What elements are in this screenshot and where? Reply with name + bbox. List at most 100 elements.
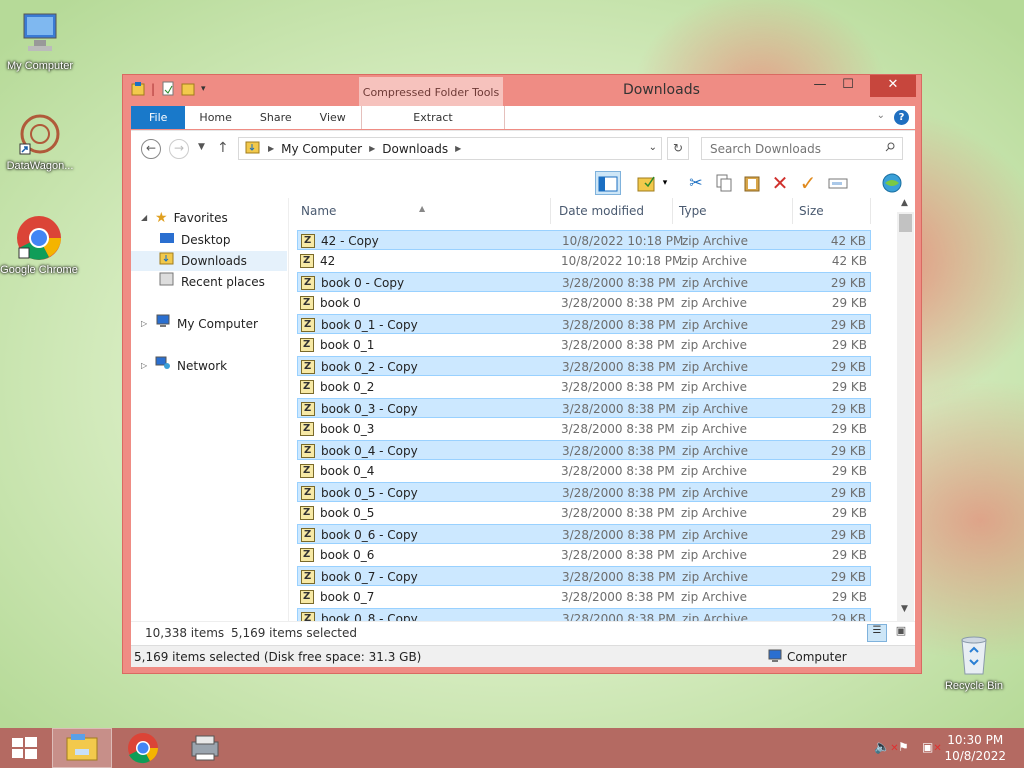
rename-icon[interactable]: ✓	[795, 171, 821, 195]
action-center-icon[interactable]: ⚑	[898, 740, 909, 754]
file-row[interactable]: book 0_7 3/28/2000 8:38 PM zip Archive 29 K…	[297, 587, 871, 607]
help-icon[interactable]: ?	[894, 110, 909, 125]
file-type: zip Archive	[682, 234, 748, 248]
file-name: book 0 - Copy	[321, 276, 405, 290]
preview-pane-button[interactable]	[595, 171, 621, 195]
nav-favorites[interactable]: ◢ ★ Favorites	[141, 208, 228, 228]
system-clock[interactable]: 10:30 PM 10/8/2022	[944, 732, 1006, 764]
file-row[interactable]: book 0_1 3/28/2000 8:38 PM zip Archive 29 K…	[297, 335, 871, 355]
collapsed-caret-icon[interactable]: ▷	[141, 356, 149, 376]
new-folder-icon[interactable]	[181, 81, 195, 97]
paste-icon[interactable]	[739, 171, 765, 195]
file-row[interactable]: book 0_8 - Copy 3/28/2000 8:38 PM zip Arch…	[297, 608, 871, 621]
recent-locations-icon[interactable]: ▼	[198, 142, 205, 152]
file-row[interactable]: 42 - Copy 10/8/2022 10:18 PMzip Archive 42…	[297, 230, 871, 251]
nav-label: My Computer	[177, 317, 258, 331]
large-icons-view-button[interactable]: ▣	[891, 624, 911, 642]
tab-view[interactable]: View	[306, 106, 360, 129]
desktop-icon-recycle-bin[interactable]: Recycle Bin	[934, 630, 1014, 692]
windows-logo-icon	[12, 737, 37, 759]
globe-icon[interactable]	[879, 171, 905, 195]
minimize-button[interactable]: —	[807, 75, 833, 97]
breadcrumb-downloads[interactable]: Downloads	[382, 142, 448, 156]
scroll-up-icon[interactable]: ▲	[901, 198, 908, 208]
file-row[interactable]: book 0_4 3/28/2000 8:38 PM zip Archive 29 K…	[297, 461, 871, 481]
start-button[interactable]	[0, 728, 48, 768]
taskbar-google-chrome[interactable]	[114, 728, 174, 768]
file-row[interactable]: book 0_7 - Copy 3/28/2000 8:38 PM zip Arch…	[297, 566, 871, 587]
file-name-cell: book 0_1 - Copy	[301, 315, 418, 335]
volume-muted-icon[interactable]: 🔈✕	[874, 740, 899, 755]
vertical-scrollbar[interactable]: ▲ ▼	[897, 198, 914, 621]
properties-dropdown-icon[interactable]: ▾	[658, 171, 672, 195]
file-row[interactable]: book 0_1 - Copy 3/28/2000 8:38 PM zip Arch…	[297, 314, 871, 335]
file-row[interactable]: book 0_5 3/28/2000 8:38 PM zip Archive 29 K…	[297, 503, 871, 523]
close-button[interactable]: ✕	[870, 75, 916, 97]
expand-ribbon-icon[interactable]: ⌄	[877, 110, 885, 121]
properties-icon[interactable]	[161, 81, 175, 97]
file-row[interactable]: 42 10/8/2022 10:18 PMzip Archive 42 KB	[297, 251, 871, 271]
desktop-icon-datawagon[interactable]: DataWagon...	[0, 110, 80, 172]
file-name-cell: book 0_7	[300, 587, 374, 607]
file-row[interactable]: book 0 - Copy 3/28/2000 8:38 PM zip Archiv…	[297, 272, 871, 293]
tab-share[interactable]: Share	[246, 106, 306, 129]
expanded-caret-icon[interactable]: ◢	[141, 208, 149, 228]
nav-network[interactable]: ▷ Network	[141, 356, 227, 376]
search-input[interactable]	[701, 137, 903, 160]
copy-icon[interactable]	[711, 171, 737, 195]
nav-recent-places[interactable]: Recent places	[159, 272, 265, 292]
search-icon[interactable]	[885, 141, 895, 152]
desktop-icon-my-computer[interactable]: My Computer	[0, 10, 80, 72]
network-disconnected-icon[interactable]: ▣✕	[922, 740, 942, 754]
customize-chevron-icon[interactable]: ▾	[201, 84, 206, 94]
file-row[interactable]: book 0_3 3/28/2000 8:38 PM zip Archive 29 K…	[297, 419, 871, 439]
file-date: 3/28/2000 8:38 PM	[561, 590, 675, 604]
column-header-date[interactable]: Date modified	[553, 198, 673, 224]
file-row[interactable]: book 0_6 3/28/2000 8:38 PM zip Archive 29 K…	[297, 545, 871, 565]
file-row[interactable]: book 0_3 - Copy 3/28/2000 8:38 PM zip Arch…	[297, 398, 871, 419]
file-row[interactable]: book 0_2 - Copy 3/28/2000 8:38 PM zip Arch…	[297, 356, 871, 377]
file-type: zip Archive	[682, 528, 748, 542]
file-row[interactable]: book 0_5 - Copy 3/28/2000 8:38 PM zip Arch…	[297, 482, 871, 503]
nav-downloads[interactable]: Downloads	[131, 251, 287, 271]
forward-button[interactable]: →	[169, 139, 189, 159]
recent-places-icon	[159, 272, 175, 292]
address-dropdown-icon[interactable]: ⌄	[649, 142, 657, 153]
address-bar[interactable]: ▶ My Computer ▶ Downloads ▶ ⌄	[238, 137, 662, 160]
computer-icon	[155, 314, 171, 334]
column-header-name[interactable]: Name ▲	[289, 198, 551, 224]
file-row[interactable]: book 0_6 - Copy 3/28/2000 8:38 PM zip Arch…	[297, 524, 871, 545]
compressed-folder-tools-tab[interactable]: Compressed Folder Tools	[359, 77, 503, 107]
title-bar[interactable]: | ▾ Compressed Folder Tools Downloads — …	[123, 75, 921, 107]
nav-desktop[interactable]: Desktop	[159, 230, 231, 250]
file-row[interactable]: book 0 3/28/2000 8:38 PM zip Archive 29 KB	[297, 293, 871, 313]
file-size: 29 KB	[831, 506, 867, 520]
scrollbar-thumb[interactable]	[899, 214, 912, 232]
maximize-button[interactable]: ☐	[835, 75, 861, 97]
tab-home[interactable]: Home	[185, 106, 245, 129]
desktop-icon	[159, 230, 175, 250]
back-button[interactable]: ←	[141, 139, 161, 159]
folder-icon[interactable]	[131, 81, 145, 97]
taskbar-printer-app[interactable]	[176, 728, 236, 768]
delete-icon[interactable]: ✕	[767, 171, 793, 195]
column-header-size[interactable]: Size	[793, 198, 871, 224]
file-name: book 0_2	[320, 380, 375, 394]
column-header-type[interactable]: Type	[673, 198, 793, 224]
new-item-icon[interactable]	[825, 171, 851, 195]
scroll-down-icon[interactable]: ▼	[901, 604, 908, 614]
nav-my-computer[interactable]: ▷ My Computer	[141, 314, 258, 334]
taskbar-file-explorer[interactable]	[52, 728, 112, 768]
file-row[interactable]: book 0_4 - Copy 3/28/2000 8:38 PM zip Arch…	[297, 440, 871, 461]
tab-extract[interactable]: Extract	[361, 106, 505, 129]
properties-icon[interactable]	[634, 171, 660, 195]
refresh-button[interactable]: ↻	[667, 137, 689, 160]
collapsed-caret-icon[interactable]: ▷	[141, 314, 149, 334]
up-button[interactable]: ↑	[217, 140, 229, 156]
file-row[interactable]: book 0_2 3/28/2000 8:38 PM zip Archive 29 K…	[297, 377, 871, 397]
desktop-icon-google-chrome[interactable]: Google Chrome	[0, 214, 78, 276]
breadcrumb-my-computer[interactable]: My Computer	[281, 142, 362, 156]
details-view-button[interactable]: ☰	[867, 624, 887, 642]
tab-file[interactable]: File	[131, 106, 186, 129]
cut-icon[interactable]: ✂	[683, 171, 709, 195]
